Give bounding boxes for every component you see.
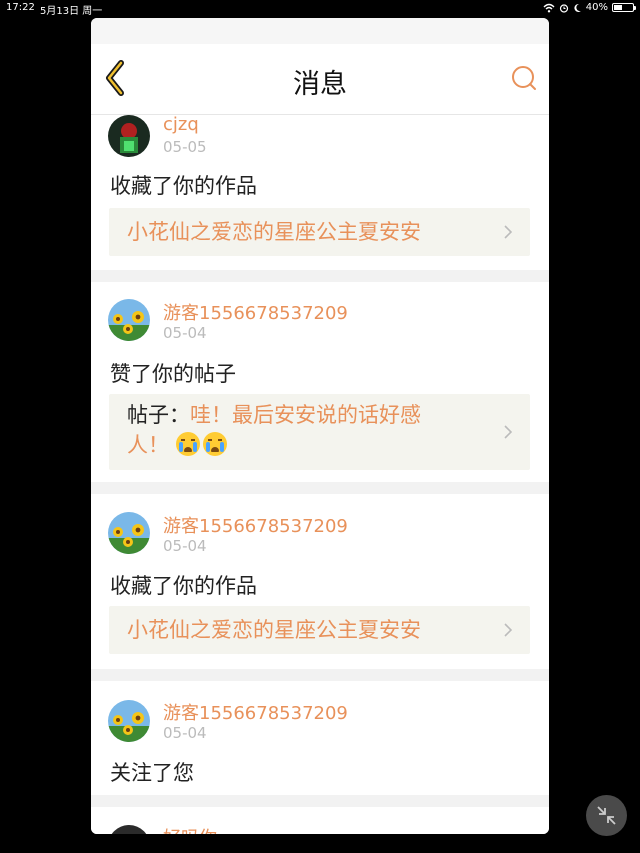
message-card[interactable]: 游客1556678537209 05-04 收藏了你的作品 小花仙之爱恋的星座公… — [91, 494, 549, 669]
battery-icon — [612, 3, 636, 12]
alarm-icon — [559, 3, 568, 13]
post-text-line2: 人！ — [127, 433, 169, 457]
battery-percent: 40% — [585, 2, 608, 13]
user-avatar[interactable] — [108, 115, 150, 157]
message-card[interactable]: 游客1556678537209 05-04 赞了你的帖子 帖子：哇！最后安安说的… — [91, 282, 549, 482]
username[interactable]: 游客1556678537209 — [163, 512, 348, 538]
username[interactable]: cjzq — [163, 115, 199, 135]
message-date: 05-05 — [163, 138, 207, 156]
user-avatar[interactable] — [108, 299, 150, 341]
work-title: 小花仙之爱恋的星座公主夏安安 — [127, 220, 421, 244]
user-avatar[interactable] — [108, 825, 150, 834]
crying-emoji-icon — [202, 432, 227, 456]
message-action: 赞了你的帖子 — [110, 362, 236, 386]
work-title: 小花仙之爱恋的星座公主夏安安 — [127, 618, 421, 642]
status-right: 40% — [543, 2, 636, 13]
message-list: cjzq 05-05 收藏了你的作品 小花仙之爱恋的星座公主夏安安 游客1556… — [91, 115, 549, 834]
chevron-right-icon — [504, 623, 513, 637]
chevron-right-icon — [504, 425, 513, 439]
app-window: 消息 cjzq 05-05 收藏了你的作品 小花仙之爱恋的星座公主夏安安 游客1… — [91, 18, 549, 834]
collapse-arrows-icon — [597, 806, 616, 825]
post-label: 帖子： — [127, 403, 190, 427]
moon-icon — [574, 3, 581, 12]
message-date: 05-04 — [163, 724, 207, 742]
username[interactable]: 游客1556678537209 — [163, 699, 348, 725]
referenced-work[interactable]: 小花仙之爱恋的星座公主夏安安 — [109, 606, 530, 654]
user-avatar[interactable] — [108, 512, 150, 554]
collapse-button[interactable] — [586, 795, 627, 836]
post-text-line1: 哇！最后安安说的话好感 — [190, 403, 421, 427]
referenced-post[interactable]: 帖子：哇！最后安安说的话好感 人！ — [109, 394, 530, 470]
page-title: 消息 — [293, 69, 347, 100]
message-action: 关注了您 — [110, 761, 194, 785]
message-action: 收藏了你的作品 — [110, 574, 257, 598]
nav-bar: 消息 — [91, 44, 549, 115]
search-button[interactable] — [509, 60, 539, 96]
message-card[interactable]: 好吗你 — [91, 807, 549, 834]
message-date: 05-04 — [163, 537, 207, 555]
status-date: 5月13日 周一 — [40, 6, 103, 17]
message-date: 05-04 — [163, 324, 207, 342]
top-spacer — [91, 18, 549, 44]
status-time: 17:22 — [6, 2, 35, 13]
user-avatar[interactable] — [108, 700, 150, 742]
message-card[interactable]: cjzq 05-05 收藏了你的作品 小花仙之爱恋的星座公主夏安安 — [91, 115, 549, 270]
status-bar: 17:22 5月13日 周一 40% — [0, 0, 640, 17]
search-icon — [512, 66, 536, 90]
username[interactable]: 游客1556678537209 — [163, 299, 348, 325]
referenced-work[interactable]: 小花仙之爱恋的星座公主夏安安 — [109, 208, 530, 256]
crying-emoji-icon — [175, 432, 200, 456]
message-card[interactable]: 游客1556678537209 05-04 关注了您 — [91, 681, 549, 795]
username[interactable]: 好吗你 — [163, 824, 217, 834]
message-action: 收藏了你的作品 — [110, 174, 257, 198]
chevron-right-icon — [504, 225, 513, 239]
wifi-icon — [543, 3, 555, 12]
